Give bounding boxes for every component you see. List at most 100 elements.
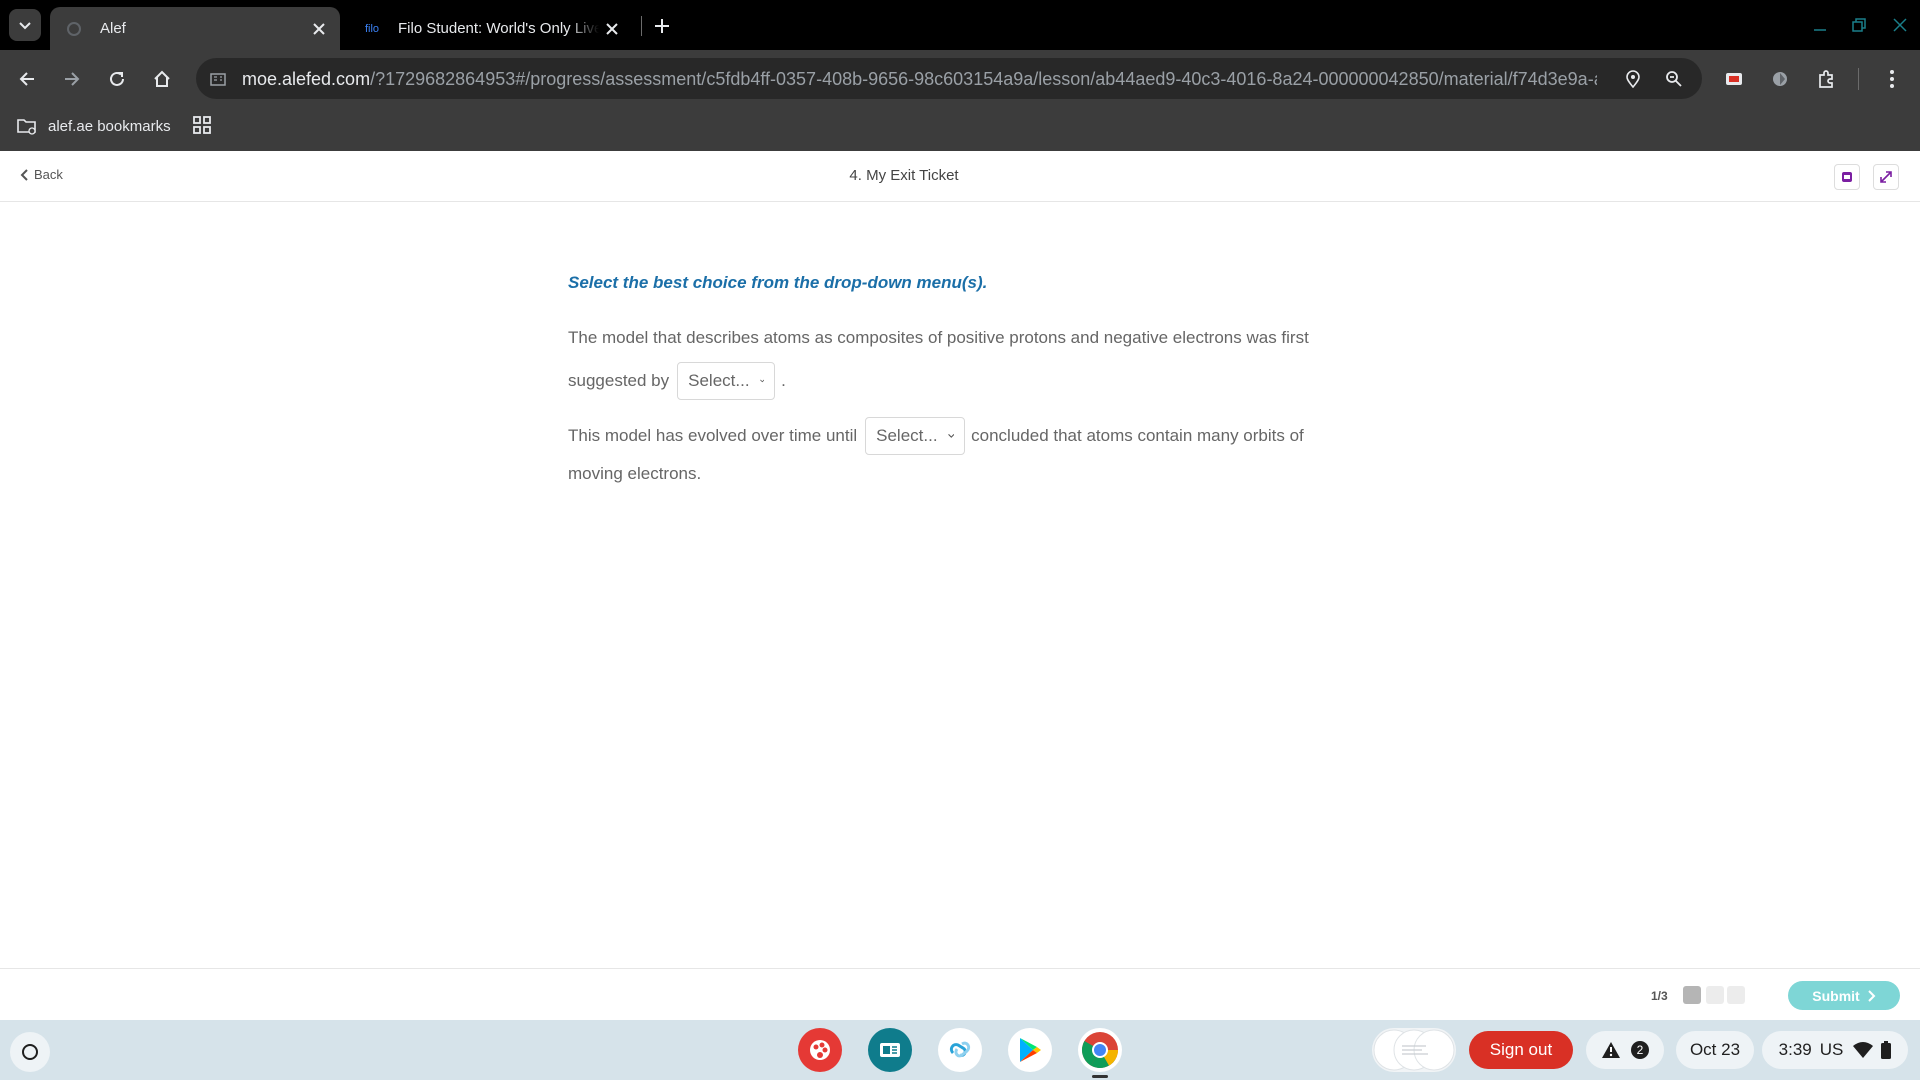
zoom-icon[interactable] xyxy=(1663,68,1685,90)
forward-nav-button[interactable] xyxy=(56,63,88,95)
lesson-header: Back 4. My Exit Ticket xyxy=(0,151,1920,202)
tab-search-button[interactable] xyxy=(9,9,41,41)
managed-folder-icon xyxy=(17,119,36,135)
dropdown-1[interactable]: Select... xyxy=(677,362,776,400)
page-dot-3[interactable] xyxy=(1727,986,1745,1004)
close-icon xyxy=(1893,18,1907,32)
question-line-1: The model that describes atoms as compos… xyxy=(568,328,1309,348)
play-store-icon[interactable] xyxy=(1008,1028,1052,1072)
page-dot-1[interactable] xyxy=(1683,986,1701,1004)
tab-separator xyxy=(641,16,642,36)
dropdown-value: Select... xyxy=(688,371,750,390)
question-instruction: Select the best choice from the drop-dow… xyxy=(568,273,988,292)
chevron-down-icon xyxy=(947,433,954,438)
launcher-button[interactable] xyxy=(10,1032,50,1072)
back-nav-button[interactable] xyxy=(11,63,43,95)
classroom-app-icon[interactable] xyxy=(868,1028,912,1072)
page-indicator: 1/3 xyxy=(1651,989,1668,1003)
shield-extension-icon xyxy=(1773,72,1787,86)
filo-icon: filo xyxy=(364,22,380,35)
sign-out-button[interactable]: Sign out xyxy=(1469,1031,1573,1069)
home-icon xyxy=(154,70,170,87)
submit-button[interactable]: Submit xyxy=(1788,981,1900,1010)
dropdown-value: Select... xyxy=(876,426,938,445)
reload-icon xyxy=(110,71,124,86)
extension-button[interactable] xyxy=(1764,63,1796,95)
battery-icon xyxy=(1881,1041,1892,1059)
apps-grid-icon[interactable] xyxy=(192,115,212,135)
toolbar-separator xyxy=(1858,68,1859,90)
address-bar[interactable]: moe.alefed.com/?1729682864953#/progress/… xyxy=(196,58,1702,99)
cast-extension-button[interactable] xyxy=(1718,63,1750,95)
canvas-app-icon[interactable] xyxy=(798,1028,842,1072)
plus-icon xyxy=(655,19,669,33)
url-text: moe.alefed.com/?1729682864953#/progress/… xyxy=(242,69,1597,90)
reload-button[interactable] xyxy=(101,63,133,95)
extension-app-icon xyxy=(1726,73,1742,85)
url-path: /?1729682864953#/progress/assessment/c5f… xyxy=(370,69,1597,89)
new-tab-button[interactable] xyxy=(648,12,676,40)
notifications-button[interactable]: 2 xyxy=(1586,1031,1664,1069)
question-area: Select the best choice from the drop-dow… xyxy=(0,202,1920,968)
arrow-left-icon xyxy=(19,72,34,86)
whiteboard-button[interactable] xyxy=(1834,164,1860,190)
restore-icon xyxy=(1852,18,1866,32)
date-label: Oct 23 xyxy=(1689,1040,1741,1059)
bookmark-folder-alef[interactable]: alef.ae bookmarks xyxy=(16,114,171,138)
tab-strip: Alef filo Filo Student: World's Only Liv… xyxy=(0,0,1920,50)
os-shelf: Sign out 2 Oct 23 3:39 US xyxy=(0,1020,1920,1080)
extensions-menu-button[interactable] xyxy=(1810,63,1842,95)
holding-space-tray[interactable] xyxy=(1372,1028,1456,1072)
question-text: concluded that atoms contain many orbits… xyxy=(971,426,1304,445)
url-host: moe.alefed.com xyxy=(242,69,371,89)
question-text: The model that describes atoms as compos… xyxy=(568,328,1309,347)
close-window-button[interactable] xyxy=(1887,12,1913,38)
minimize-icon xyxy=(1814,29,1826,31)
tab-filo[interactable]: filo Filo Student: World's Only Live Ins… xyxy=(348,7,633,50)
chevron-down-icon xyxy=(759,379,765,383)
expand-icon xyxy=(1880,171,1892,183)
puzzle-icon xyxy=(1819,70,1833,88)
locale-label: US xyxy=(1819,1040,1844,1059)
question-text: . xyxy=(781,371,786,390)
chevron-down-icon xyxy=(19,22,31,30)
location-icon[interactable] xyxy=(1622,68,1644,90)
chrome-icon[interactable] xyxy=(1078,1028,1122,1072)
question-text: suggested by xyxy=(568,371,670,390)
question-text: This model has evolved over time until xyxy=(568,426,858,445)
question-text: moving electrons. xyxy=(568,464,702,483)
bookmark-label: alef.ae bookmarks xyxy=(48,117,171,135)
minimize-button[interactable] xyxy=(1807,12,1833,38)
fullscreen-button[interactable] xyxy=(1873,164,1899,190)
notification-count: 2 xyxy=(1631,1041,1649,1059)
home-button[interactable] xyxy=(146,63,178,95)
tab-title: Filo Student: World's Only Live Instant … xyxy=(398,20,599,37)
lesson-footer: 1/3 Submit xyxy=(0,968,1920,1020)
warning-icon xyxy=(1602,1042,1620,1058)
chevron-right-icon xyxy=(1868,989,1876,1002)
submit-label: Submit xyxy=(1812,987,1860,1004)
close-icon[interactable] xyxy=(306,16,332,42)
dropdown-2[interactable]: Select... xyxy=(865,417,966,455)
browser-menu-button[interactable] xyxy=(1876,63,1908,95)
launcher-circle-icon xyxy=(22,1044,38,1060)
question-line-3: This model has evolved over time until S… xyxy=(568,417,1304,455)
system-tray[interactable]: 3:39 US xyxy=(1762,1031,1908,1069)
site-info-icon[interactable] xyxy=(208,69,228,89)
page-title: 4. My Exit Ticket xyxy=(849,167,959,184)
app-badge-icon xyxy=(1842,172,1852,182)
tab-alef[interactable]: Alef xyxy=(50,7,340,50)
date-tray[interactable]: Oct 23 xyxy=(1676,1031,1754,1069)
page-dot-2[interactable] xyxy=(1706,986,1724,1004)
question-line-4: moving electrons. xyxy=(568,464,701,484)
time-label: 3:39 xyxy=(1778,1040,1812,1059)
arrow-right-icon xyxy=(65,72,80,86)
tab-title: Alef xyxy=(100,20,126,37)
question-line-2: suggested by Select... . xyxy=(562,362,786,400)
restore-button[interactable] xyxy=(1846,12,1872,38)
close-icon[interactable] xyxy=(599,16,625,42)
wifi-icon xyxy=(1853,1042,1874,1058)
alef-icon xyxy=(66,21,82,37)
linked-app-icon[interactable] xyxy=(938,1028,982,1072)
kebab-menu-icon xyxy=(1890,70,1894,88)
